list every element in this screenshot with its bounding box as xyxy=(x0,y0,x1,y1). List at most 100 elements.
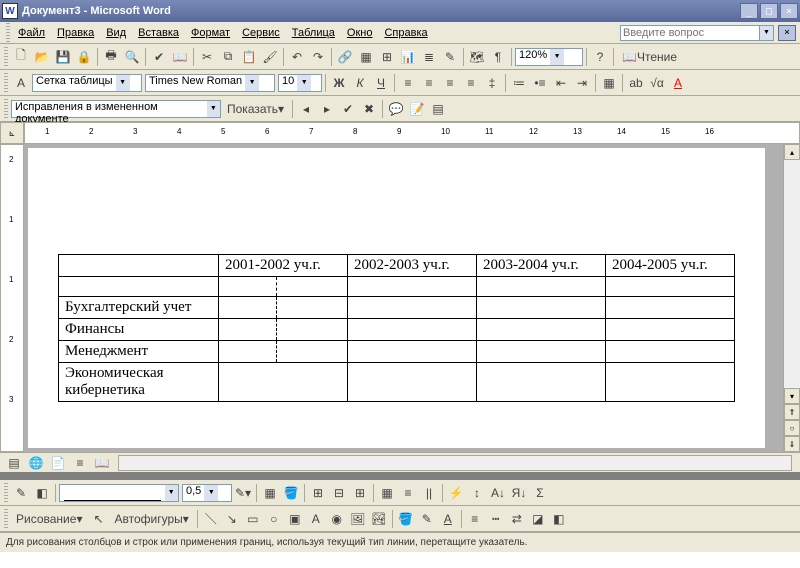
web-view-icon[interactable]: 🌐 xyxy=(26,453,46,473)
underline-icon[interactable]: Ч xyxy=(371,73,391,93)
justify-icon[interactable]: ≡ xyxy=(461,73,481,93)
menu-view[interactable]: Вид xyxy=(100,25,132,41)
grip-icon[interactable] xyxy=(4,99,8,119)
table-cell[interactable] xyxy=(348,297,477,319)
menu-tools[interactable]: Сервис xyxy=(236,25,286,41)
eraser-icon[interactable]: ◧ xyxy=(32,483,52,503)
table-cell[interactable] xyxy=(219,319,348,341)
zoom-combo[interactable]: 120% ▼ xyxy=(515,48,583,66)
decrease-indent-icon[interactable]: ⇤ xyxy=(551,73,571,93)
grip-icon[interactable] xyxy=(4,509,8,529)
line-icon[interactable]: ＼ xyxy=(201,509,221,529)
rectangle-icon[interactable]: ▭ xyxy=(243,509,263,529)
borders-icon[interactable]: ▦ xyxy=(599,73,619,93)
table-cell[interactable] xyxy=(477,277,606,297)
browse-prev-icon[interactable]: ⇑ xyxy=(784,404,800,420)
shadow-icon[interactable]: ◪ xyxy=(528,509,548,529)
table-cell[interactable] xyxy=(219,297,348,319)
hyperlink-icon[interactable]: 🔗 xyxy=(335,47,355,67)
track-display-combo[interactable]: Исправления в измененном документе ▼ xyxy=(11,100,221,118)
help-icon[interactable]: ? xyxy=(590,47,610,67)
page[interactable]: 2001-2002 уч.г.2002-2003 уч.г.2003-2004 … xyxy=(28,148,765,448)
merge-cells-icon[interactable]: ⊟ xyxy=(329,483,349,503)
line-spacing-icon[interactable]: ‡ xyxy=(482,73,502,93)
font-combo[interactable]: Times New Roman ▼ xyxy=(145,74,275,92)
scroll-down-icon[interactable]: ▾ xyxy=(784,388,800,404)
align-right-icon[interactable]: ≡ xyxy=(440,73,460,93)
distribute-cols-icon[interactable]: || xyxy=(419,483,439,503)
print-layout-icon[interactable]: 📄 xyxy=(48,453,68,473)
show-button[interactable]: Показать ▾ xyxy=(222,99,289,119)
table-header-cell[interactable]: 2002-2003 уч.г. xyxy=(348,255,477,277)
horizontal-ruler[interactable]: 12345678910111213141516 xyxy=(24,122,800,144)
table-cell[interactable] xyxy=(606,341,735,363)
research-icon[interactable]: 📖 xyxy=(170,47,190,67)
table-cell[interactable] xyxy=(348,319,477,341)
horizontal-scrollbar[interactable] xyxy=(118,455,792,471)
chevron-down-icon[interactable]: ▼ xyxy=(245,75,259,91)
size-combo[interactable]: 10 ▼ xyxy=(278,74,322,92)
split-cells-icon[interactable]: ⊞ xyxy=(350,483,370,503)
browse-next-icon[interactable]: ⇓ xyxy=(784,436,800,452)
select-objects-icon[interactable]: ↖ xyxy=(88,509,108,529)
table-header-cell[interactable]: 2004-2005 уч.г. xyxy=(606,255,735,277)
sort-desc-icon[interactable]: Я↓ xyxy=(509,483,529,503)
scroll-up-icon[interactable]: ▴ xyxy=(784,144,800,160)
oval-icon[interactable]: ○ xyxy=(264,509,284,529)
shading-color-icon[interactable]: 🪣 xyxy=(281,483,301,503)
outline-view-icon[interactable]: ≡ xyxy=(70,453,90,473)
vertical-scrollbar[interactable]: ▴ ▾ ⇑ ○ ⇓ xyxy=(783,144,800,452)
numbered-list-icon[interactable]: ≔ xyxy=(509,73,529,93)
diagram-icon[interactable]: ◉ xyxy=(327,509,347,529)
line-weight-combo[interactable]: 0,5 ▼ xyxy=(182,484,232,502)
chevron-down-icon[interactable]: ▼ xyxy=(204,485,218,501)
textbox-icon[interactable]: ▣ xyxy=(285,509,305,529)
reviewing-pane-icon[interactable]: ▤ xyxy=(428,99,448,119)
table-cell[interactable]: Менеджмент xyxy=(59,341,219,363)
chevron-down-icon[interactable]: ▼ xyxy=(550,49,564,65)
table-cell[interactable]: Бухгалтерский учет xyxy=(59,297,219,319)
close-button[interactable]: × xyxy=(780,3,798,19)
table-cell[interactable] xyxy=(348,341,477,363)
table-cell[interactable] xyxy=(477,363,606,402)
table-cell[interactable] xyxy=(606,277,735,297)
style-combo[interactable]: Сетка таблицы ▼ xyxy=(32,74,142,92)
italic-icon[interactable]: К xyxy=(350,73,370,93)
doc-map-icon[interactable]: 🗺 xyxy=(467,47,487,67)
menu-edit[interactable]: Правка xyxy=(51,25,100,41)
table-cell[interactable] xyxy=(219,277,348,297)
grip-icon[interactable] xyxy=(4,483,8,503)
preview-icon[interactable]: 🔍 xyxy=(122,47,142,67)
menu-format[interactable]: Формат xyxy=(185,25,236,41)
align-cells-icon[interactable]: ▦ xyxy=(377,483,397,503)
clipart-icon[interactable]: 🖼 xyxy=(348,509,368,529)
grip-icon[interactable] xyxy=(6,23,10,43)
bold-icon[interactable]: Ж xyxy=(329,73,349,93)
columns-icon[interactable]: ≣ xyxy=(419,47,439,67)
tables-borders-icon[interactable]: ▦ xyxy=(356,47,376,67)
arrow-style-icon[interactable]: ⇄ xyxy=(507,509,527,529)
table-header-cell[interactable] xyxy=(59,255,219,277)
table-cell[interactable] xyxy=(606,297,735,319)
excel-icon[interactable]: 📊 xyxy=(398,47,418,67)
scroll-track[interactable] xyxy=(784,160,800,388)
chevron-down-icon[interactable]: ▼ xyxy=(297,75,311,91)
minimize-button[interactable]: _ xyxy=(740,3,758,19)
help-dropdown-icon[interactable]: ▼ xyxy=(760,25,774,41)
table-header-cell[interactable]: 2003-2004 уч.г. xyxy=(477,255,606,277)
table-cell[interactable] xyxy=(348,363,477,402)
table-cell[interactable] xyxy=(477,297,606,319)
table-cell[interactable] xyxy=(219,363,348,402)
wordart-icon[interactable]: A xyxy=(306,509,326,529)
border-color-icon[interactable]: ✎▾ xyxy=(233,483,253,503)
document-table[interactable]: 2001-2002 уч.г.2002-2003 уч.г.2003-2004 … xyxy=(58,254,735,402)
next-change-icon[interactable]: ▸ xyxy=(317,99,337,119)
draw-table-icon[interactable]: ✎ xyxy=(11,483,31,503)
menu-file[interactable]: Файл xyxy=(12,25,51,41)
highlight-icon[interactable]: ab xyxy=(626,73,646,93)
reject-icon[interactable]: ✖ xyxy=(359,99,379,119)
doc-close-button[interactable]: × xyxy=(778,25,796,41)
table-header-cell[interactable]: 2001-2002 уч.г. xyxy=(219,255,348,277)
table-cell[interactable] xyxy=(219,341,348,363)
insert-table-icon[interactable]: ⊞ xyxy=(377,47,397,67)
